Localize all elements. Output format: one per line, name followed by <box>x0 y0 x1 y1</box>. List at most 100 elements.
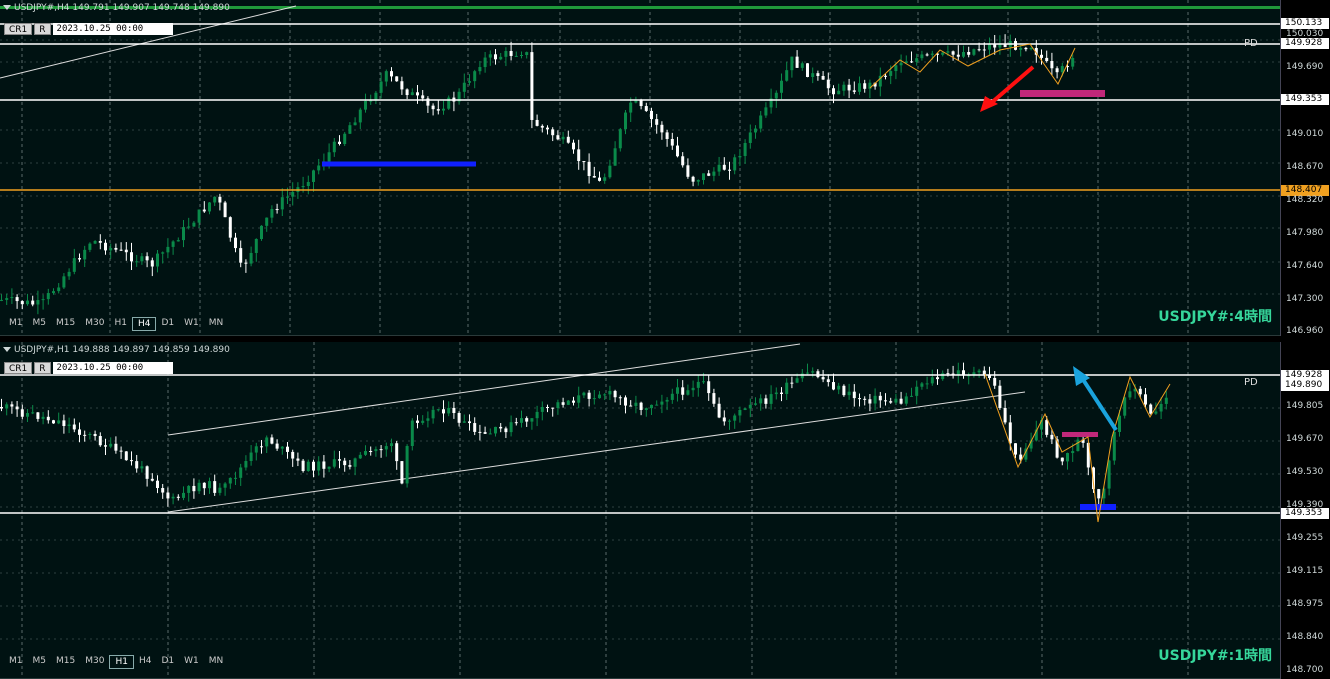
candle-body <box>119 450 123 452</box>
candle-body <box>270 209 274 218</box>
candle-body <box>889 71 893 76</box>
candle-body <box>1040 54 1043 58</box>
candle-body <box>915 58 919 62</box>
candle-body <box>863 83 867 89</box>
candle-body <box>20 409 24 417</box>
h4-toolbar: CR1 R 2023.10.25 00:00 <box>4 23 173 35</box>
candle-body <box>785 382 789 395</box>
candle-body <box>520 54 523 56</box>
candle-body <box>852 90 856 92</box>
cr1-button[interactable]: CR1 <box>4 362 33 374</box>
tf-mn[interactable]: MN <box>204 317 229 331</box>
candle-body <box>1107 460 1111 489</box>
tf-m1[interactable]: M1 <box>4 317 28 331</box>
candle-body <box>639 402 643 410</box>
tf-w1[interactable]: W1 <box>179 317 204 331</box>
tag-149353: 149.353 <box>1281 94 1329 105</box>
candle-body <box>192 485 196 492</box>
datetime-field[interactable]: 2023.10.25 00:00 <box>52 23 173 35</box>
candle-body <box>946 51 950 53</box>
tf-d1[interactable]: D1 <box>156 655 179 669</box>
candle-body <box>457 413 461 423</box>
candle-body <box>707 381 711 394</box>
candle-body <box>275 443 279 449</box>
ylab: 148.700 <box>1286 665 1324 675</box>
candle-body <box>530 52 534 120</box>
tf-m15[interactable]: M15 <box>51 317 80 331</box>
candle-body <box>104 445 107 447</box>
candle-body <box>551 129 555 136</box>
candle-body <box>1050 434 1054 440</box>
h4-plot-area[interactable]: USDJPY#,H4 149.791 149.907 149.748 149.8… <box>0 0 1280 336</box>
candle-body <box>712 393 716 404</box>
datetime-field[interactable]: 2023.10.25 00:00 <box>52 362 173 374</box>
dropdown-triangle-icon[interactable] <box>3 347 11 352</box>
candle-body <box>956 370 960 375</box>
candle-body <box>769 394 773 404</box>
candle-body <box>899 398 903 404</box>
candle-body <box>852 391 856 399</box>
candle-body <box>395 76 399 82</box>
tf-h1[interactable]: H1 <box>109 317 132 331</box>
candle-body <box>400 81 404 90</box>
tf-h4[interactable]: H4 <box>134 655 157 669</box>
cr1-button[interactable]: CR1 <box>4 23 33 35</box>
candle-body <box>301 460 305 471</box>
candle-body <box>306 461 310 471</box>
tag-149353: 149.353 <box>1281 508 1329 519</box>
r-button[interactable]: R <box>34 362 51 374</box>
tf-h4[interactable]: H4 <box>131 317 157 331</box>
candle-body <box>738 155 742 158</box>
h1-chart-header: USDJPY#,H1 149.888 149.897 149.859 149.8… <box>3 345 230 355</box>
candle-body <box>795 56 799 68</box>
tf-m5[interactable]: M5 <box>28 655 52 669</box>
h1-plot-area[interactable]: USDJPY#,H1 149.888 149.897 149.859 149.8… <box>0 342 1280 679</box>
candle-body <box>218 487 222 493</box>
tf-mn[interactable]: MN <box>204 655 229 669</box>
tf-m5[interactable]: M5 <box>28 317 52 331</box>
tf-m30[interactable]: M30 <box>80 655 109 669</box>
candle-body <box>416 92 419 96</box>
candle-body <box>764 107 768 116</box>
candle-body <box>161 488 165 493</box>
tf-m1[interactable]: M1 <box>4 655 28 669</box>
candle-body <box>410 92 414 96</box>
candle-body <box>1144 394 1147 405</box>
r-button[interactable]: R <box>34 23 51 35</box>
candle-body <box>187 485 191 493</box>
candle-body <box>499 426 503 429</box>
tf-m30[interactable]: M30 <box>80 317 109 331</box>
candle-body <box>239 467 243 478</box>
candle-body <box>332 141 336 153</box>
ylab: 147.640 <box>1286 261 1324 271</box>
candle-body <box>145 466 149 479</box>
candle-body <box>582 392 586 396</box>
candle-body <box>603 394 607 396</box>
candle-body <box>426 418 430 421</box>
tf-h1[interactable]: H1 <box>109 655 134 669</box>
candle-body <box>873 395 877 404</box>
candle-body <box>868 82 872 89</box>
candle-body <box>322 461 326 469</box>
tf-m15[interactable]: M15 <box>51 655 80 669</box>
tf-w1[interactable]: W1 <box>179 655 204 669</box>
candle-body <box>379 81 383 93</box>
h4-price-scale[interactable]: 150.133 150.030 149.928 149.690 149.353 … <box>1280 0 1330 336</box>
candle-body <box>634 402 638 406</box>
candle-body <box>483 57 487 68</box>
ylab: 149.255 <box>1286 533 1324 543</box>
candle-body <box>785 70 789 81</box>
candle-body <box>972 49 976 55</box>
dropdown-triangle-icon[interactable] <box>3 5 11 10</box>
h1-price-scale[interactable]: 149.928 149.890 149.805 149.670 149.530 … <box>1280 342 1330 679</box>
candle-body <box>988 44 991 50</box>
candle-body <box>46 416 50 421</box>
candle-body <box>379 449 383 451</box>
candle-body <box>686 165 690 177</box>
candle-body <box>265 437 269 447</box>
candle-body <box>629 102 633 113</box>
tf-d1[interactable]: D1 <box>156 317 179 331</box>
candle-body <box>894 65 898 72</box>
candle-body <box>858 398 861 400</box>
candle-body <box>260 225 263 239</box>
